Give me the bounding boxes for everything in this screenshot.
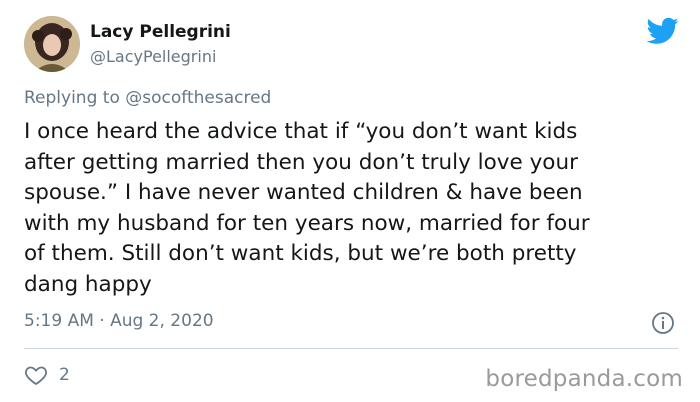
tweet-text: I once heard the advice that if “you don… (24, 117, 674, 300)
tweet-line: of them. Still don’t want kids, but we’r… (24, 241, 577, 266)
tweet-line: with my husband for ten years now, marri… (24, 210, 590, 236)
display-name[interactable]: Lacy Pellegrini (90, 22, 231, 42)
tweet-line: I once heard the advice that if “you don… (24, 119, 578, 144)
profile-photo-icon (24, 16, 80, 72)
tweet-timestamp[interactable]: 5:19 AM · Aug 2, 2020 (24, 311, 214, 331)
tweet-line: dang happy (24, 271, 152, 297)
heart-icon[interactable] (24, 363, 48, 387)
divider (24, 348, 678, 349)
user-handle[interactable]: @LacyPellegrini (90, 47, 216, 66)
reply-prefix: Replying to (24, 88, 120, 108)
avatar[interactable] (24, 16, 80, 72)
like-count: 2 (59, 365, 70, 385)
reply-context: Replying to @socofthesacred (24, 88, 271, 108)
twitter-bird-icon[interactable] (647, 17, 679, 45)
reply-to-handle[interactable]: @socofthesacred (125, 88, 271, 108)
tweet-line: spouse.” I have never wanted children & … (24, 180, 583, 205)
tweet-line: after getting married then you don’t tru… (24, 149, 578, 175)
tweet-card: Lacy Pellegrini @LacyPellegrini Replying… (0, 0, 700, 402)
watermark: boredpanda.com (485, 366, 683, 392)
info-icon[interactable] (651, 311, 675, 335)
